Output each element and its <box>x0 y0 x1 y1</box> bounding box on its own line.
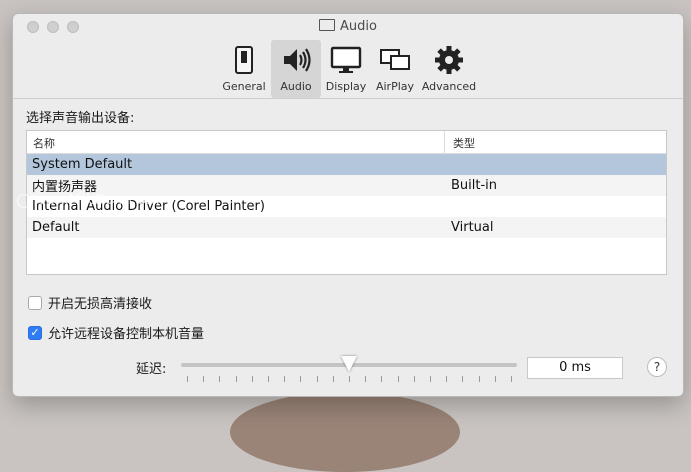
audio-title-icon <box>319 19 336 31</box>
slider-ticks <box>187 376 517 382</box>
tab-display[interactable]: Display <box>321 40 371 98</box>
slider-tick <box>219 376 220 382</box>
gear-icon <box>435 46 463 74</box>
monitor-icon <box>330 46 362 73</box>
slider-tick <box>284 376 285 382</box>
slider-tick <box>430 376 431 382</box>
slider-thumb[interactable] <box>341 356 357 372</box>
slider-tick <box>365 376 366 382</box>
delay-label: 延迟: <box>136 362 167 377</box>
table-row[interactable]: Internal Audio Driver (Corel Painter) <box>27 196 666 217</box>
audio-preferences-window: Audio General Audio Display AirPlay Adva… <box>12 13 684 397</box>
slider-tick <box>446 376 447 382</box>
slider-tick <box>252 376 253 382</box>
slider-tick <box>187 376 188 382</box>
output-device-table[interactable]: 名称 类型 System Default 内置扬声器 Built-in Inte… <box>26 130 667 275</box>
device-type: Virtual <box>451 220 494 235</box>
lossless-checkbox[interactable] <box>28 295 42 310</box>
slider-tick <box>268 376 269 382</box>
slider-tick <box>479 376 480 382</box>
column-header-name[interactable]: 名称 <box>27 131 445 153</box>
remote-volume-checkbox[interactable]: ✓ <box>28 325 42 340</box>
slider-tick <box>317 376 318 382</box>
title-bar: Audio <box>13 14 683 40</box>
speaker-icon <box>284 48 311 72</box>
remote-volume-option[interactable]: ✓ 允许远程设备控制本机音量 <box>28 323 204 342</box>
tab-audio[interactable]: Audio <box>271 40 321 98</box>
desktop-background <box>230 392 460 472</box>
column-header-type[interactable]: 类型 <box>445 131 666 153</box>
slider-tick <box>462 376 463 382</box>
table-row[interactable]: Default Virtual <box>27 217 666 238</box>
table-body: System Default 内置扬声器 Built-in Internal A… <box>27 154 666 259</box>
device-name: 内置扬声器 <box>32 180 98 195</box>
output-device-label: 选择声音输出设备: <box>26 111 135 126</box>
table-row[interactable]: System Default <box>27 154 666 175</box>
delay-slider[interactable] <box>181 354 517 384</box>
table-row[interactable]: 内置扬声器 Built-in <box>27 175 666 196</box>
slider-tick <box>236 376 237 382</box>
slider-tick <box>349 376 350 382</box>
lossless-option[interactable]: 开启无损高清接收 <box>28 293 152 312</box>
tab-advanced[interactable]: Advanced <box>419 40 479 98</box>
preferences-toolbar: General Audio Display AirPlay Advanced <box>13 40 683 98</box>
lossless-label: 开启无损高清接收 <box>48 297 153 312</box>
device-type: Built-in <box>451 178 498 193</box>
slider-tick <box>398 376 399 382</box>
window-title: Audio <box>13 19 683 34</box>
slider-tick <box>414 376 415 382</box>
slider-tick <box>300 376 301 382</box>
slider-tick <box>203 376 204 382</box>
device-name: Default <box>32 220 80 235</box>
switch-icon <box>235 46 253 74</box>
slider-tick <box>381 376 382 382</box>
slider-tick <box>511 376 512 382</box>
slider-tick <box>333 376 334 382</box>
table-row-empty <box>27 238 666 259</box>
delay-value-field[interactable]: 0 ms <box>527 357 623 379</box>
slider-tick <box>495 376 496 382</box>
table-header: 名称 类型 <box>27 131 666 154</box>
remote-volume-label: 允许远程设备控制本机音量 <box>48 327 205 342</box>
device-name: Internal Audio Driver (Corel Painter) <box>32 199 265 214</box>
toolbar-divider <box>13 98 683 99</box>
device-name: System Default <box>32 157 133 172</box>
help-button[interactable]: ? <box>647 357 667 377</box>
airplay-icon <box>380 49 410 70</box>
tab-airplay[interactable]: AirPlay <box>371 40 419 98</box>
tab-general[interactable]: General <box>217 40 271 98</box>
